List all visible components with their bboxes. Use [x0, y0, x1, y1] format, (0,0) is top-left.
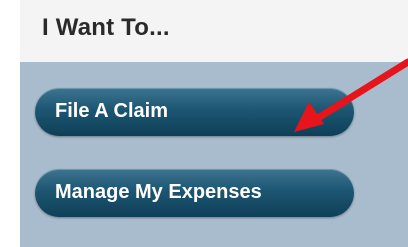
manage-my-expenses-button[interactable]: Manage My Expenses	[35, 169, 354, 217]
panel-header: I Want To...	[20, 0, 408, 62]
file-a-claim-button[interactable]: File A Claim	[35, 88, 354, 136]
panel-title: I Want To...	[42, 14, 170, 41]
file-a-claim-label: File A Claim	[55, 100, 168, 122]
i-want-to-panel: I Want To... File A Claim Manage My Expe…	[0, 0, 408, 247]
manage-my-expenses-label: Manage My Expenses	[55, 181, 262, 203]
